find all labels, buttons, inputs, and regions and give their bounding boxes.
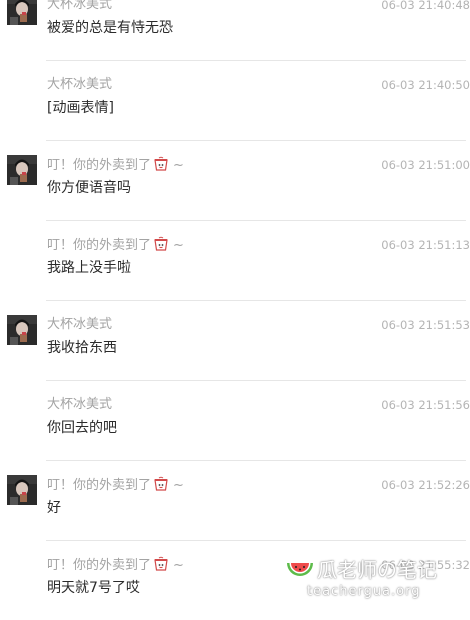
message-text: 被爱的总是有恃无恐: [47, 20, 173, 36]
message-timestamp: 06-03 21:40:48: [381, 0, 470, 12]
sender-name: 大杯冰美式: [47, 396, 112, 414]
message-timestamp: 06-03 21:51:56: [381, 398, 470, 412]
avatar[interactable]: [7, 475, 37, 505]
message-text: 你回去的吧: [47, 420, 117, 436]
message-row: 大杯冰美式 06-03 21:51:53 我收拾东西: [0, 300, 470, 380]
message-row: 大杯冰美式 06-03 21:40:50 [动画表情]: [0, 60, 470, 140]
takeout-box-icon: [153, 556, 169, 572]
sender-name-label: 大杯冰美式: [47, 317, 113, 332]
takeout-box-icon: [153, 476, 169, 492]
sender-name-label: 大杯冰美式: [47, 397, 113, 412]
sender-name-label: 叮！你的外卖到了: [47, 238, 152, 253]
message-timestamp: 06-03 21:40:50: [381, 78, 470, 92]
takeout-box-icon: [153, 156, 169, 172]
message-timestamp: 06-03 21:51:53: [381, 318, 470, 332]
message-row: 叮！你的外卖到了 ~ 06-03 21:52:26 好: [0, 460, 470, 540]
sender-name: 大杯冰美式: [47, 76, 112, 94]
sender-name-label: 叮！你的外卖到了: [47, 558, 152, 573]
message-row: 叮！你的外卖到了 ~ 06-03 21:55:32 明天就7号了哎: [0, 540, 470, 620]
message-text: 我收拾东西: [47, 340, 117, 356]
avatar[interactable]: [7, 0, 37, 25]
name-tilde: ~: [173, 558, 184, 573]
sender-name: 叮！你的外卖到了 ~: [47, 156, 184, 175]
sender-name-label: 大杯冰美式: [47, 77, 113, 92]
sender-name: 大杯冰美式: [47, 316, 112, 334]
avatar[interactable]: [7, 315, 37, 345]
message-text: 明天就7号了哎: [47, 580, 140, 596]
message-timestamp: 06-03 21:51:00: [381, 158, 470, 172]
name-tilde: ~: [173, 158, 184, 173]
message-timestamp: 06-03 21:51:13: [381, 238, 470, 252]
sender-name-label: 叮！你的外卖到了: [47, 478, 152, 493]
sender-name: 叮！你的外卖到了 ~: [47, 556, 184, 575]
message-text: 你方便语音吗: [47, 180, 131, 196]
message-timestamp: 06-03 21:55:32: [381, 558, 470, 572]
avatar[interactable]: [7, 155, 37, 185]
sender-name: 大杯冰美式: [47, 0, 112, 14]
chat-history-list: 大杯冰美式 06-03 21:40:48 被爱的总是有恃无恐 大杯冰美式 06-…: [0, 0, 470, 620]
message-text: 我路上没手啦: [47, 260, 131, 276]
takeout-box-icon: [153, 236, 169, 252]
message-row: 叮！你的外卖到了 ~ 06-03 21:51:00 你方便语音吗: [0, 140, 470, 220]
name-tilde: ~: [173, 478, 184, 493]
sender-name: 叮！你的外卖到了 ~: [47, 476, 184, 495]
message-text: [动画表情]: [47, 100, 114, 116]
message-timestamp: 06-03 21:52:26: [381, 478, 470, 492]
name-tilde: ~: [173, 238, 184, 253]
message-text: 好: [47, 500, 61, 516]
message-row: 大杯冰美式 06-03 21:40:48 被爱的总是有恃无恐: [0, 0, 470, 60]
sender-name-label: 叮！你的外卖到了: [47, 158, 152, 173]
sender-name-label: 大杯冰美式: [47, 0, 113, 12]
message-row: 大杯冰美式 06-03 21:51:56 你回去的吧: [0, 380, 470, 460]
message-row: 叮！你的外卖到了 ~ 06-03 21:51:13 我路上没手啦: [0, 220, 470, 300]
sender-name: 叮！你的外卖到了 ~: [47, 236, 184, 255]
